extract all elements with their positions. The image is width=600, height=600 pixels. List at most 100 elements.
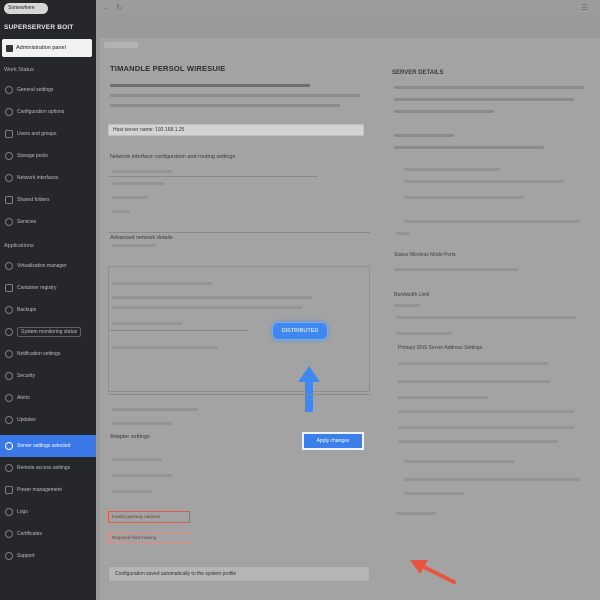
menu-icon[interactable]: ☰ [581,3,588,12]
sidebar-item[interactable]: Remote access settings [0,457,96,479]
sidebar-item-label: Container registry [17,285,57,291]
sidebar-item-label: Notification settings [17,351,61,357]
sidebar-item-label: Certificates [17,531,43,537]
sidebar-item[interactable]: Power management [0,479,96,501]
text-line [404,196,524,199]
dashboard-icon [6,44,13,52]
service-icon [5,218,13,226]
text-line [398,362,548,365]
right-label: Bandwidth Limit [394,292,430,298]
section-heading: Adapter settings [110,434,150,440]
text-line [112,408,198,411]
sidebar-item[interactable]: General settings [0,79,96,101]
text-line [112,458,162,461]
text-line [112,346,218,349]
network-icon [5,174,13,182]
backup-icon [5,306,13,314]
text-line [404,168,500,171]
sidebar-item-label: Administration panel [16,45,66,51]
text-line [112,170,172,173]
text-line [112,422,172,425]
text-line [404,220,580,223]
sidebar-item[interactable]: Support [0,545,96,567]
sidebar-item[interactable]: System monitoring status [0,321,96,343]
vm-icon [5,262,13,270]
refresh-icon[interactable]: ↻ [116,3,123,12]
distributed-button[interactable]: DISTRIBUTED [272,322,328,340]
text-line [112,244,156,247]
text-line [396,512,436,515]
sidebar-item-label: Virtualization manager [17,263,67,269]
host-field[interactable]: Host server name: 192.168.1.25 [108,124,364,136]
sidebar-item-administration[interactable]: Administration panel [2,39,92,57]
page-tab[interactable] [104,42,138,48]
sidebar-item-label: Backups [17,307,37,313]
container-icon [5,284,13,292]
text-line [404,492,464,495]
sidebar-item[interactable]: Shared folders [0,189,96,211]
text-line [112,306,302,309]
text-line [394,86,584,89]
text-line [394,304,420,307]
text-line [398,396,488,399]
search-input[interactable]: Somewhere [4,2,48,14]
sidebar-item-label: Alerts [17,395,30,401]
sidebar-item-label: Server settings selected [17,443,71,449]
alert-icon [5,394,13,402]
support-icon [5,552,13,560]
sidebar-item[interactable]: Configuration options [0,101,96,123]
monitor-icon [5,328,13,336]
sidebar-item-label: Security [17,373,36,379]
users-icon [5,130,13,138]
section-heading: Advanced network details [110,235,173,241]
sidebar-item[interactable]: Services [0,211,96,233]
sidebar-item[interactable]: Network interfaces [0,167,96,189]
sidebar-item[interactable]: Certificates [0,523,96,545]
sidebar-item[interactable]: Updates [0,409,96,431]
sidebar-item[interactable]: Backups [0,299,96,321]
sidebar-item[interactable]: Container registry [0,277,96,299]
power-icon [5,486,13,494]
gear-icon [5,86,13,94]
sidebar-item-label: Remote access settings [17,465,71,471]
bell-icon [5,350,13,358]
text-line [112,282,212,285]
sidebar-item[interactable]: Notification settings [0,343,96,365]
sidebar-item[interactable]: Alerts [0,387,96,409]
back-icon[interactable]: ← [102,3,110,12]
up-arrow-icon [298,366,320,412]
sidebar-item-label: Users and groups [17,131,57,137]
sidebar: Somewhere SUPERSERVER BOIT Administratio… [0,0,96,600]
text-line [398,426,574,429]
apply-button[interactable]: Apply changes [302,432,364,450]
divider [108,330,248,331]
text-line [394,146,544,149]
text-line [112,296,312,299]
shield-icon [5,372,13,380]
sidebar-item[interactable]: Users and groups [0,123,96,145]
sidebar-item-label: Shared folders [17,197,50,203]
sidebar-item-label: General settings [17,87,54,93]
sidebar-section-label: Applications [4,243,34,249]
database-icon [5,152,13,160]
folder-icon [5,196,13,204]
sidebar-item-label: Network interfaces [17,175,59,181]
required-field-error[interactable]: Required field missing [108,532,192,544]
sidebar-item-label: Updates [17,417,36,423]
text-line [110,84,310,87]
sidebar-item[interactable]: Virtualization manager [0,255,96,277]
text-line [112,182,164,185]
sidebar-item-selected[interactable]: Server settings selected [0,435,96,457]
text-line [398,380,550,383]
text-line [110,94,360,97]
bottom-field[interactable]: Configuration saved automatically to the… [108,566,370,582]
sidebar-item[interactable]: Security [0,365,96,387]
sliders-icon [5,108,13,116]
section-heading: Network interface configuration and rout… [110,154,236,160]
gateway-field-error[interactable]: Invalid gateway address [108,511,190,523]
right-heading: SERVER DETAILS [392,70,444,76]
sidebar-item[interactable]: Logs [0,501,96,523]
sidebar-item[interactable]: Storage pools [0,145,96,167]
top-toolbar: ← ↻ ☰ [96,0,600,14]
right-label: Status Wireless Mode Ports [394,252,456,258]
